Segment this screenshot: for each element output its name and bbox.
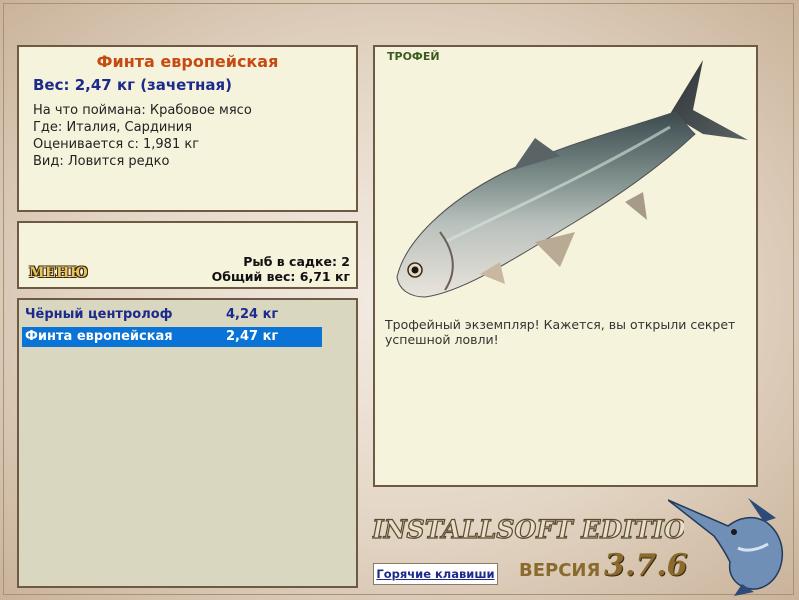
fish-weight: Вес: 2,47 кг (зачетная) xyxy=(33,76,233,94)
list-item-name: Финта европейская xyxy=(25,329,173,344)
net-summary: Рыб в садке: 2 Общий вес: 6,71 кг xyxy=(212,254,350,284)
list-item[interactable]: Чёрный центролоф 4,24 кг xyxy=(22,305,322,325)
total-weight: Общий вес: 6,71 кг xyxy=(211,269,350,284)
list-item-name: Чёрный центролоф xyxy=(25,307,173,322)
fish-name-title: Финта европейская xyxy=(96,52,279,71)
hotkeys-button[interactable]: Горячие клавиши xyxy=(373,563,498,585)
list-item-weight: 4,24 кг xyxy=(226,307,279,322)
list-item-selected[interactable]: Финта европейская 2,47 кг xyxy=(22,327,322,347)
status-panel: МЕНЮ Рыб в садке: 2 Общий вес: 6,71 кг xyxy=(17,221,358,289)
version-label: ВЕРСИЯ xyxy=(519,560,601,581)
catch-info-panel: Финта европейская Вес: 2,47 кг (зачетная… xyxy=(17,45,358,212)
trophy-description: Трофейный экземпляр! Кажется, вы открыли… xyxy=(385,317,736,347)
detail-threshold: Оценивается с: 1,981 кг xyxy=(33,137,200,152)
menu-button[interactable]: МЕНЮ xyxy=(29,265,88,281)
edition-text: INSTALLSOFT EDITION xyxy=(372,515,684,544)
fish-count: Рыб в садке: 2 xyxy=(243,254,350,269)
edition-logo: INSTALLSOFT EDITION xyxy=(372,514,684,544)
shad-fish-image xyxy=(396,60,748,298)
list-item-weight: 2,47 кг xyxy=(226,329,279,344)
fish-list: Чёрный центролоф 4,24 кг Финта европейск… xyxy=(17,298,358,588)
trophy-panel: ТРОФЕЙ Трофейный экземпляр! Кажется, вы … xyxy=(373,45,758,487)
catch-details: На что поймана: Крабовое мясо Где: Итали… xyxy=(33,102,356,170)
marlin-logo xyxy=(668,498,784,596)
detail-bait: На что поймана: Крабовое мясо xyxy=(33,103,252,118)
detail-rarity: Вид: Ловится редко xyxy=(33,154,170,169)
detail-location: Где: Италия, Сардиния xyxy=(33,120,193,135)
